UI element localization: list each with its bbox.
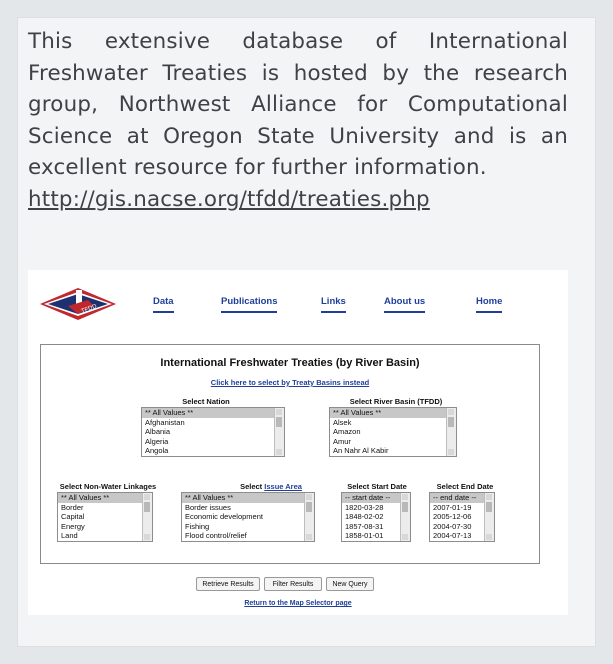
list-item[interactable]: ** All Values ** [142, 408, 284, 418]
list-item[interactable]: Flood control/relief [182, 531, 314, 541]
filter-results-button[interactable]: Filter Results [264, 577, 322, 591]
nav-about-link[interactable]: About us [384, 296, 426, 313]
list-item[interactable]: Economic development [182, 512, 314, 522]
list-item[interactable]: ** All Values ** [58, 493, 152, 503]
list-item[interactable]: Afghanistan [142, 418, 284, 428]
list-item[interactable]: Angola [142, 446, 284, 456]
website-screenshot: TFDD Data Publications Links About us Ho… [28, 270, 568, 615]
nation-label: Select Nation [182, 397, 230, 406]
scrollbar[interactable] [142, 493, 152, 541]
basin-label: Select River Basin (TFDD) [349, 397, 443, 406]
nav-data-link[interactable]: Data [153, 296, 174, 313]
list-item[interactable]: Albania [142, 427, 284, 437]
start-date-label: Select Start Date [347, 482, 407, 491]
list-item[interactable]: Algeria [142, 437, 284, 447]
new-query-button[interactable]: New Query [326, 577, 374, 591]
retrieve-results-button[interactable]: Retrieve Results [196, 577, 260, 591]
list-item[interactable]: Land [58, 531, 152, 541]
scrollbar[interactable] [484, 493, 494, 541]
issue-area-label: Select Issue Area [216, 482, 326, 491]
list-item[interactable]: Border [58, 503, 152, 513]
list-item[interactable]: Amazon [330, 427, 456, 437]
list-item[interactable]: Border issues [182, 503, 314, 513]
intro-text: This extensive database of International… [28, 29, 568, 180]
nav-home-link[interactable]: Home [476, 296, 503, 313]
form-title: International Freshwater Treaties (by Ri… [160, 357, 420, 369]
end-date-label: Select End Date [436, 482, 494, 491]
basin-listbox[interactable]: ** All Values ** Alsek Amazon Amur An Na… [329, 407, 457, 457]
intro-paragraph: This extensive database of International… [28, 26, 568, 215]
list-item[interactable]: Fishing [182, 522, 314, 532]
nation-listbox[interactable]: ** All Values ** Afghanistan Albania Alg… [141, 407, 285, 457]
start-date-listbox[interactable]: -- start date -- 1820-03-28 1848-02-02 1… [341, 492, 411, 542]
treaty-basins-link[interactable]: Click here to select by Treaty Basins in… [41, 378, 539, 387]
scrollbar[interactable] [400, 493, 410, 541]
issue-label-prefix: Select [240, 482, 263, 491]
issue-area-link[interactable]: Issue Area [264, 482, 302, 491]
nav-links-link[interactable]: Links [321, 296, 346, 313]
return-map-selector-link[interactable]: Return to the Map Selector page [28, 600, 568, 607]
tfdd-logo: TFDD [40, 288, 116, 320]
query-form: International Freshwater Treaties (by Ri… [40, 344, 540, 564]
list-item[interactable]: An Nahr Al Kabir [330, 446, 456, 456]
list-item[interactable]: Alsek [330, 418, 456, 428]
linkages-label: Select Non-Water Linkages [59, 482, 157, 491]
end-date-listbox[interactable]: -- end date -- 2007-01-19 2005-12-06 200… [429, 492, 495, 542]
list-item[interactable]: ** All Values ** [182, 493, 314, 503]
treaties-url-link[interactable]: http://gis.nacse.org/tfdd/treaties.php [28, 184, 430, 216]
nav-publications-link[interactable]: Publications [221, 296, 278, 313]
list-item[interactable]: Amur [330, 437, 456, 447]
scrollbar[interactable] [304, 493, 314, 541]
scrollbar[interactable] [446, 408, 456, 456]
issue-area-listbox[interactable]: ** All Values ** Border issues Economic … [181, 492, 315, 542]
list-item[interactable]: Energy [58, 522, 152, 532]
linkages-listbox[interactable]: ** All Values ** Border Capital Energy L… [57, 492, 153, 542]
list-item[interactable]: Capital [58, 512, 152, 522]
list-item[interactable]: ** All Values ** [330, 408, 456, 418]
scrollbar[interactable] [274, 408, 284, 456]
